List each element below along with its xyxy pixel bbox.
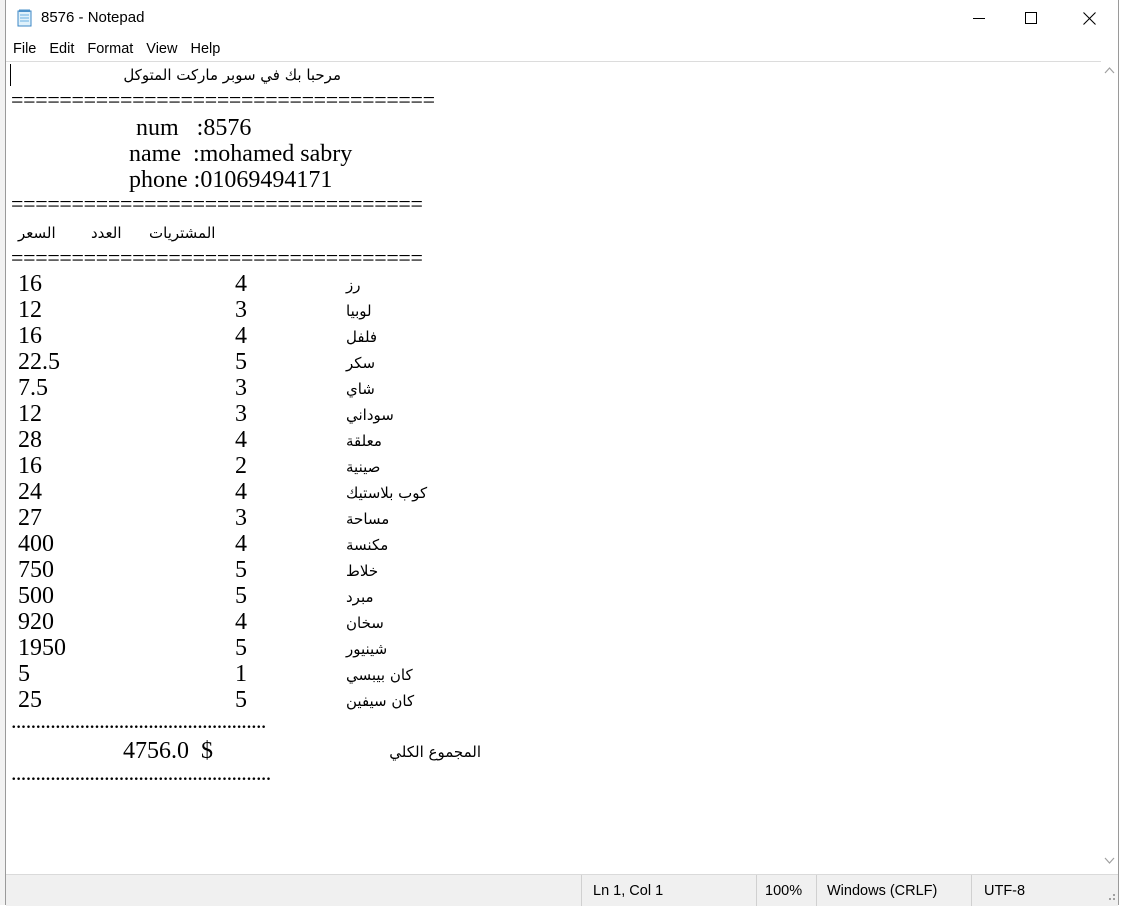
item-quantity: 5 bbox=[235, 583, 247, 609]
text-editor[interactable]: مرحبا بك في سوبر ماركت المتوكل =========… bbox=[6, 61, 1101, 875]
item-name: مساحة bbox=[346, 510, 390, 528]
item-price: 28 bbox=[18, 427, 42, 453]
minimize-icon bbox=[973, 18, 985, 19]
item-price: 5 bbox=[18, 661, 30, 687]
item-name: سكر bbox=[346, 354, 376, 372]
notepad-icon bbox=[17, 9, 32, 27]
item-quantity: 4 bbox=[235, 609, 247, 635]
item-name: لوبيا bbox=[346, 302, 372, 320]
dotted-separator: ........................................… bbox=[11, 708, 266, 733]
dotted-separator: ........................................… bbox=[11, 760, 271, 785]
title-bar[interactable]: 8576 - Notepad bbox=[6, 0, 1118, 38]
window-title: 8576 - Notepad bbox=[41, 9, 145, 26]
item-name: سخان bbox=[346, 614, 384, 632]
item-quantity: 3 bbox=[235, 401, 247, 427]
item-quantity: 3 bbox=[235, 505, 247, 531]
customer-name: name :mohamed sabry bbox=[129, 141, 353, 167]
status-divider bbox=[756, 875, 757, 906]
separator-line: =================================== bbox=[11, 87, 435, 112]
item-price: 16 bbox=[18, 323, 42, 349]
zoom-level: 100% bbox=[765, 883, 803, 899]
item-name: معلقة bbox=[346, 432, 382, 450]
menu-edit[interactable]: Edit bbox=[42, 38, 80, 60]
item-name: شينيور bbox=[346, 640, 388, 658]
item-price: 27 bbox=[18, 505, 42, 531]
item-quantity: 5 bbox=[235, 635, 247, 661]
scroll-up-icon[interactable] bbox=[1104, 66, 1115, 74]
close-button[interactable] bbox=[1060, 0, 1118, 36]
receipt-number: num :8576 bbox=[136, 115, 252, 141]
menu-format[interactable]: Format bbox=[80, 38, 139, 60]
item-name: رز bbox=[346, 276, 361, 294]
item-price: 16 bbox=[18, 271, 42, 297]
item-quantity: 4 bbox=[235, 531, 247, 557]
encoding: UTF-8 bbox=[984, 883, 1026, 899]
vertical-scrollbar[interactable] bbox=[1101, 61, 1118, 874]
notepad-window: 8576 - Notepad File Edit Format View Hel… bbox=[5, 0, 1119, 906]
item-name: كان بيبسي bbox=[346, 666, 413, 684]
status-divider bbox=[816, 875, 817, 906]
item-quantity: 3 bbox=[235, 297, 247, 323]
item-price: 1950 bbox=[18, 635, 66, 661]
item-price: 7.5 bbox=[18, 375, 48, 401]
total-label: المجموع الكلي bbox=[389, 743, 481, 761]
scroll-down-icon[interactable] bbox=[1104, 857, 1115, 865]
header-price: السعر bbox=[18, 224, 56, 242]
item-name: فلفل bbox=[346, 328, 378, 346]
item-price: 24 bbox=[18, 479, 42, 505]
item-quantity: 3 bbox=[235, 375, 247, 401]
item-price: 16 bbox=[18, 453, 42, 479]
menu-help[interactable]: Help bbox=[183, 38, 226, 60]
item-quantity: 1 bbox=[235, 661, 247, 687]
cursor-position: Ln 1, Col 1 bbox=[593, 883, 664, 899]
header-quantity: العدد bbox=[91, 224, 122, 242]
welcome-text: مرحبا بك في سوبر ماركت المتوكل bbox=[123, 66, 341, 84]
separator-line: ================================== bbox=[11, 245, 423, 270]
text-caret bbox=[10, 64, 11, 86]
item-name: خلاط bbox=[346, 562, 379, 580]
status-bar: Ln 1, Col 1 100% Windows (CRLF) UTF-8 bbox=[6, 874, 1118, 906]
menu-view[interactable]: View bbox=[139, 38, 183, 60]
status-divider bbox=[581, 875, 582, 906]
header-item: المشتريات bbox=[149, 224, 216, 242]
item-name: سوداني bbox=[346, 406, 394, 424]
minimize-button[interactable] bbox=[950, 0, 1008, 36]
item-price: 22.5 bbox=[18, 349, 60, 375]
item-name: كان سيفين bbox=[346, 692, 415, 710]
item-name: مكنسة bbox=[346, 536, 389, 554]
item-price: 750 bbox=[18, 557, 54, 583]
item-price: 920 bbox=[18, 609, 54, 635]
menu-bar: File Edit Format View Help bbox=[6, 38, 1118, 60]
item-quantity: 4 bbox=[235, 427, 247, 453]
maximize-button[interactable] bbox=[1002, 0, 1060, 36]
item-quantity: 2 bbox=[235, 453, 247, 479]
resize-grip-icon[interactable] bbox=[1104, 889, 1116, 901]
item-name: كوب بلاستيك bbox=[346, 484, 428, 502]
item-price: 12 bbox=[18, 401, 42, 427]
line-ending: Windows (CRLF) bbox=[827, 883, 938, 899]
maximize-icon bbox=[1025, 12, 1037, 24]
status-divider bbox=[971, 875, 972, 906]
item-quantity: 4 bbox=[235, 479, 247, 505]
item-price: 500 bbox=[18, 583, 54, 609]
item-name: صينية bbox=[346, 458, 381, 476]
separator-line: ================================== bbox=[11, 191, 423, 216]
menu-file[interactable]: File bbox=[6, 38, 42, 60]
item-quantity: 5 bbox=[235, 349, 247, 375]
customer-phone: phone :01069494171 bbox=[129, 167, 333, 193]
item-name: مبرد bbox=[346, 588, 374, 606]
item-price: 12 bbox=[18, 297, 42, 323]
item-quantity: 5 bbox=[235, 557, 247, 583]
item-price: 400 bbox=[18, 531, 54, 557]
item-quantity: 4 bbox=[235, 271, 247, 297]
item-quantity: 4 bbox=[235, 323, 247, 349]
item-name: شاي bbox=[346, 380, 375, 398]
close-icon bbox=[1082, 11, 1096, 25]
